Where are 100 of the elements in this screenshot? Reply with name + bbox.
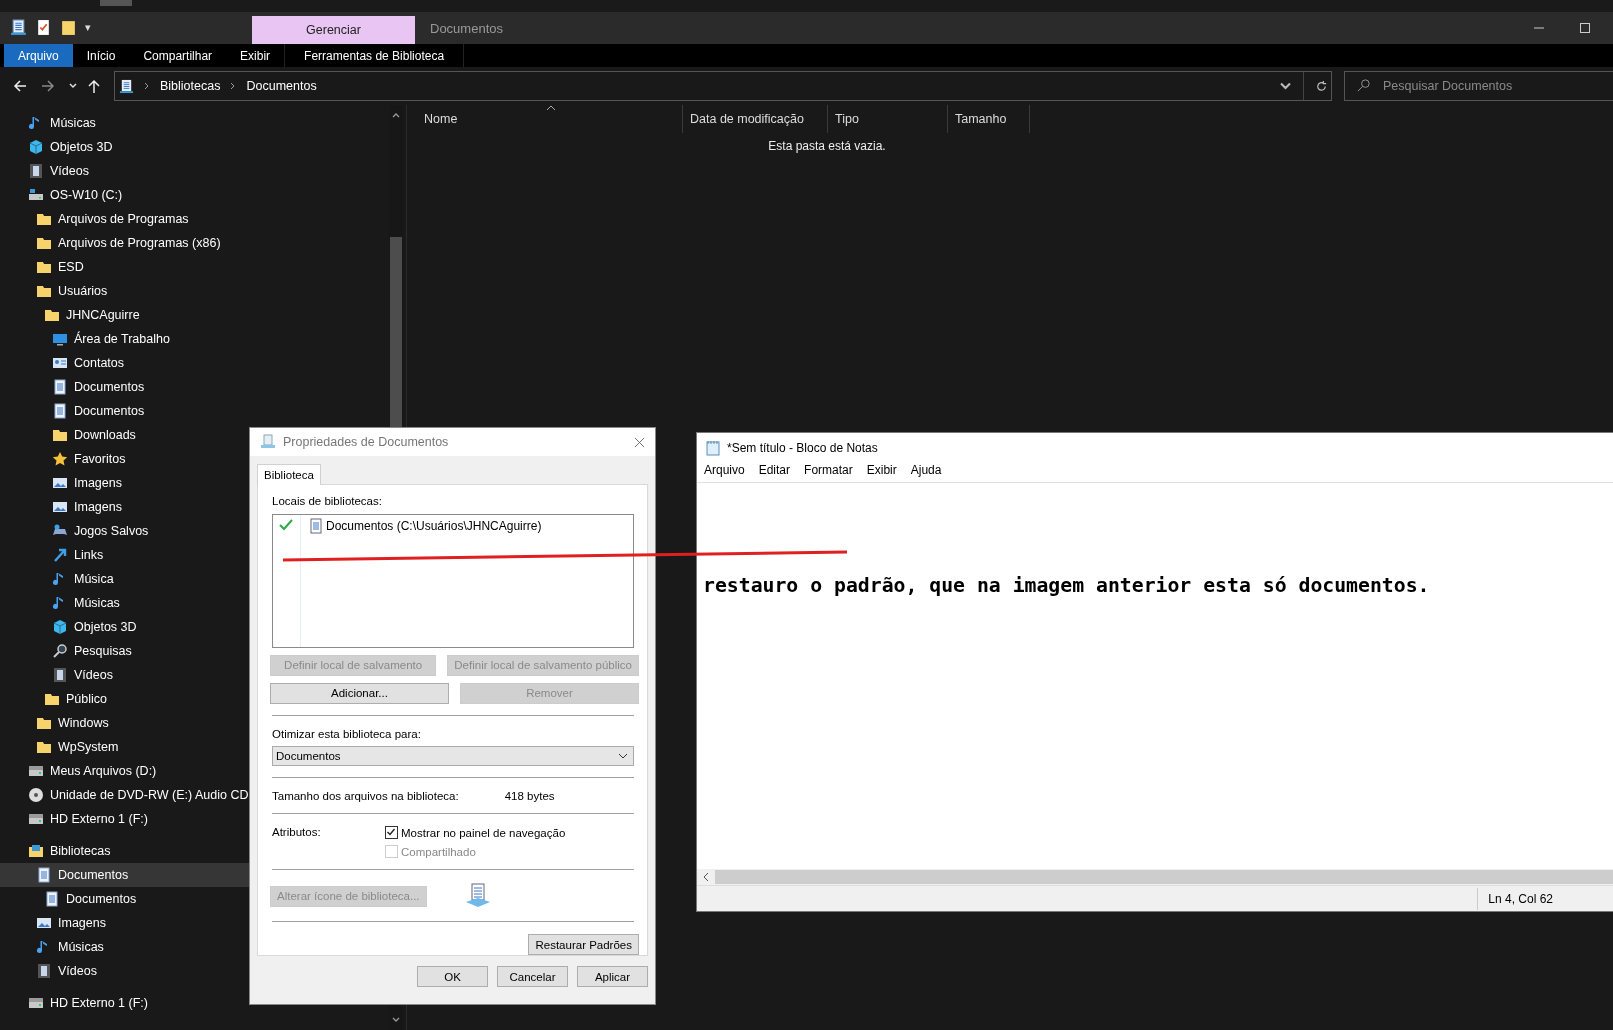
breadcrumb-item[interactable]: Documentos: [246, 79, 317, 93]
library-icon: [28, 843, 44, 859]
chevron-down-icon[interactable]: [68, 81, 78, 91]
scroll-left-icon[interactable]: [703, 872, 709, 882]
drive-icon: [28, 187, 44, 203]
breadcrumb-item[interactable]: Bibliotecas: [160, 79, 221, 93]
tree-item[interactable]: Arquivos de Programas (x86): [0, 231, 389, 255]
film-icon: [36, 963, 52, 979]
tree-item[interactable]: Arquivos de Programas: [0, 207, 389, 231]
search-field[interactable]: Pesquisar Documentos: [1344, 71, 1613, 101]
document-icon: [52, 403, 68, 419]
optimize-dropdown[interactable]: Documentos: [272, 745, 634, 767]
close-icon[interactable]: [634, 436, 645, 448]
location-item[interactable]: Documentos (C:\Usuários\JHNCAguirre): [310, 517, 633, 535]
column-header[interactable]: Nome: [417, 105, 683, 133]
folder-icon: [36, 739, 52, 755]
window-title: *Sem título - Bloco de Notas: [727, 441, 878, 455]
tree-item[interactable]: OS-W10 (C:): [0, 183, 389, 207]
menu-item[interactable]: Editar: [758, 463, 791, 477]
tree-item[interactable]: ESD: [0, 255, 389, 279]
menu-item[interactable]: Ajuda: [910, 463, 942, 477]
forward-arrow-icon[interactable]: [40, 78, 56, 94]
tree-item[interactable]: Músicas: [0, 935, 389, 959]
ribbon-tab[interactable]: Compartilhar: [129, 44, 227, 67]
scrollbar-thumb[interactable]: [715, 870, 1613, 884]
checkbox[interactable]: [385, 826, 398, 840]
film-icon: [28, 163, 44, 179]
column-header[interactable]: Tipo: [828, 105, 948, 133]
address-bar[interactable]: Bibliotecas Documentos: [114, 71, 1332, 101]
menu-item[interactable]: Arquivo: [704, 463, 745, 477]
locations-label: Locais de bibliotecas:: [272, 495, 383, 507]
dialog-button[interactable]: Cancelar: [497, 966, 568, 987]
tree-item[interactable]: Imagens: [0, 911, 389, 935]
film-icon: [52, 667, 68, 683]
desktop-icon: [52, 331, 68, 347]
restore-defaults-button[interactable]: Restaurar Padrões: [528, 934, 639, 955]
attributes-label: Atributos:: [272, 826, 322, 841]
tree-item[interactable]: HD Externo 1 (F:): [0, 991, 389, 1015]
picture-icon: [52, 475, 68, 491]
drive-icon: [28, 995, 44, 1011]
ribbon-tab[interactable]: Exibir: [226, 44, 285, 67]
disc-icon: [28, 787, 44, 803]
up-arrow-icon[interactable]: [86, 78, 102, 94]
folder-icon: [44, 307, 60, 323]
dialog-button[interactable]: OK: [417, 966, 488, 987]
folder-icon: [36, 283, 52, 299]
action-button[interactable]: Adicionar...: [270, 682, 449, 704]
size-label: Tamanho dos arquivos na biblioteca:: [272, 790, 459, 803]
drive-icon: [28, 763, 44, 779]
document-icon: [36, 867, 52, 883]
ribbon-tab[interactable]: Início: [72, 44, 130, 67]
menu-item[interactable]: Exibir: [866, 463, 897, 477]
checklist-icon[interactable]: [35, 19, 52, 36]
contextual-tab-header[interactable]: Gerenciar: [252, 16, 415, 44]
tree-item[interactable]: Documentos: [0, 399, 389, 423]
sort-ascending-icon: [546, 105, 556, 111]
tree-item[interactable]: Objetos 3D: [0, 135, 389, 159]
folder-icon: [52, 427, 68, 443]
tree-item[interactable]: Contatos: [0, 351, 389, 375]
column-header[interactable]: Data de modificação: [683, 105, 828, 133]
tree-item[interactable]: Documentos: [0, 375, 389, 399]
library-icon[interactable]: [10, 19, 27, 36]
picture-icon: [36, 915, 52, 931]
maximize-icon[interactable]: [1579, 22, 1591, 34]
notepad-icon: [705, 440, 721, 456]
folder-icon: [44, 691, 60, 707]
tree-item[interactable]: Área de Trabalho: [0, 327, 389, 351]
tree-item[interactable]: Vídeos: [0, 959, 389, 983]
status-text: Ln 4, Col 62: [1477, 887, 1613, 910]
tree-item[interactable]: Bibliotecas: [0, 839, 389, 863]
folder-icon[interactable]: [60, 19, 77, 36]
ribbon-tab[interactable]: Arquivo: [4, 44, 73, 67]
empty-folder-message: Esta pasta está vazia.: [767, 139, 887, 153]
folder-icon: [36, 715, 52, 731]
checkbox-label: Compartilhado: [401, 845, 476, 858]
star-icon: [52, 451, 68, 467]
column-header[interactable]: Tamanho: [948, 105, 1030, 133]
customize-dropdown[interactable]: ▾: [85, 21, 91, 34]
library-icon: [119, 78, 134, 94]
tree-item[interactable]: JHNCAguirre: [0, 303, 389, 327]
menu-item[interactable]: Formatar: [804, 463, 853, 477]
scroll-down-icon[interactable]: [391, 1016, 401, 1024]
size-value: 418 bytes: [504, 790, 555, 803]
tree-item[interactable]: Vídeos: [0, 159, 389, 183]
back-arrow-icon[interactable]: [12, 78, 28, 94]
dialog-title: Propriedades de Documentos: [283, 435, 449, 449]
search-icon: [1356, 78, 1371, 93]
tree-item[interactable]: Usuários: [0, 279, 389, 303]
scroll-up-icon[interactable]: [391, 111, 401, 119]
folder-icon: [36, 211, 52, 227]
dialog-button[interactable]: Aplicar: [577, 966, 648, 987]
document-icon: [310, 518, 322, 534]
refresh-icon[interactable]: [1314, 78, 1329, 94]
window-title: Documentos: [429, 21, 503, 38]
tree-item[interactable]: Músicas: [0, 111, 389, 135]
text-editor[interactable]: restauro o padrão, que na imagem anterior esta só documentos.: [697, 483, 1613, 869]
locations-list[interactable]: Documentos (C:\Usuários\JHNCAguirre): [272, 514, 634, 648]
dialog-tab[interactable]: Biblioteca: [257, 464, 321, 485]
picture-icon: [52, 499, 68, 515]
drive-icon: [28, 811, 44, 827]
